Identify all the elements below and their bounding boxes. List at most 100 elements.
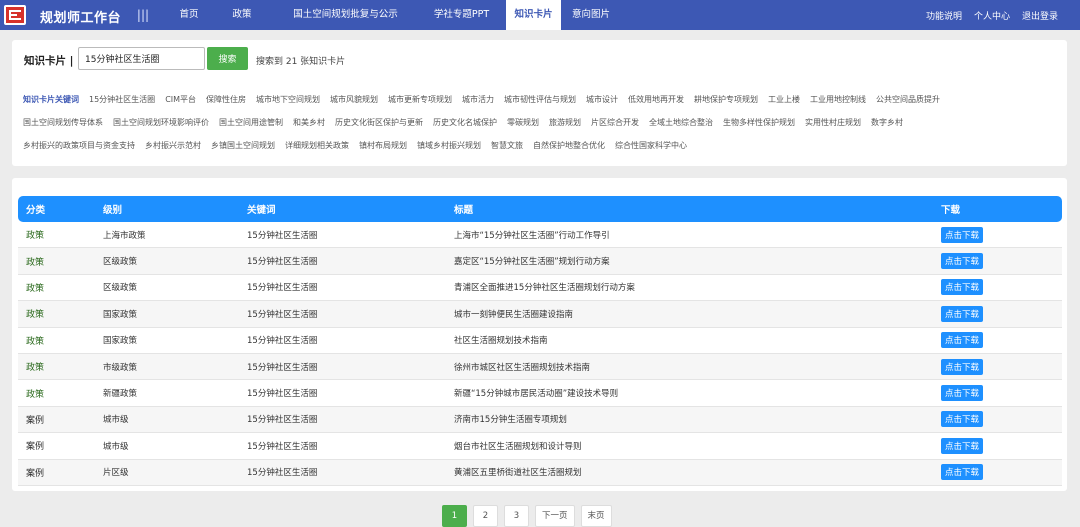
table-row: 政策 新疆政策 15分钟社区生活圈 新疆“15分钟城市居民活动圈”建设技术导则 … [18,380,1062,407]
row-title: 新疆“15分钟城市居民活动圈”建设技术导则 [454,389,619,400]
keyword-tag[interactable]: 和美乡村 [293,117,325,128]
row-title: 嘉定区“15分钟社区生活圈”规划行动方案 [454,257,610,268]
nav-home[interactable]: 首页 [168,0,210,30]
keyword-tag[interactable]: 国土空间用途管制 [219,117,283,128]
keyword-tag[interactable]: 城市风貌规划 [330,94,378,105]
download-button[interactable]: 点击下载 [941,437,984,454]
row-level: 国家政策 [103,336,138,347]
keyword-list: 知识卡片关键词 15分钟社区生活圈 CIM平台 保障性住房 城市地下空间规划 城… [23,88,1063,157]
table-row: 政策 区级政策 15分钟社区生活圈 青浦区全面推进15分钟社区生活圈规划行动方案… [18,275,1062,302]
table-row: 案例 片区级 15分钟社区生活圈 黄浦区五里桥街道社区生活圈规划 点击下载 [18,459,1062,486]
keyword-tag[interactable]: 零碳规划 [507,117,539,128]
download-button[interactable]: 点击下载 [941,411,984,428]
row-level: 新疆政策 [103,389,138,400]
keyword-tag[interactable]: 全域土地综合整治 [649,117,713,128]
row-keyword: 15分钟社区生活圈 [247,336,318,347]
download-button[interactable]: 点击下载 [941,226,984,243]
page-3-button[interactable]: 3 [504,505,529,527]
keyword-tag[interactable]: 城市韧性评估与规划 [504,94,576,105]
row-category: 政策 [26,389,45,400]
keyword-tag[interactable]: 智慧文旅 [491,140,523,151]
keyword-tag[interactable]: 国土空间规划环境影响评价 [113,117,209,128]
download-button[interactable]: 点击下载 [941,358,984,375]
download-button[interactable]: 点击下载 [941,253,984,270]
app-logo-icon[interactable] [4,5,26,25]
download-button[interactable]: 点击下载 [941,279,984,296]
download-button[interactable]: 点击下载 [941,464,984,481]
keyword-tag[interactable]: 耕地保护专项规划 [694,94,758,105]
row-keyword: 15分钟社区生活圈 [247,441,318,452]
row-title: 上海市“15分钟社区生活圈”行动工作导引 [454,230,610,241]
keyword-row: 国土空间规划传导体系 国土空间规划环境影响评价 国土空间用途管制 和美乡村 历史… [23,111,1063,134]
pagination: 1 2 3 下一页 末页 [442,505,612,527]
nav-ppt[interactable]: 学社专题PPT [417,0,506,30]
keyword-tag[interactable]: 国土空间规划传导体系 [23,117,103,128]
last-page-button[interactable]: 末页 [580,505,612,527]
keyword-tag[interactable]: 15分钟社区生活圈 [89,94,155,105]
keyword-tag[interactable]: 城市更新专项规划 [388,94,452,105]
keyword-tag[interactable]: 低效用地再开发 [628,94,684,105]
column-header-category: 分类 [26,205,46,216]
row-keyword: 15分钟社区生活圈 [247,415,318,426]
next-page-button[interactable]: 下一页 [535,505,575,527]
table-body: 政策 上海市政策 15分钟社区生活圈 上海市“15分钟社区生活圈”行动工作导引 … [18,222,1062,486]
table-row: 政策 市级政策 15分钟社区生活圈 徐州市城区社区生活圈规划技术指南 点击下载 [18,353,1062,381]
keyword-tag[interactable]: 乡村振兴示范村 [145,140,201,151]
nav-images[interactable]: 意向图片 [561,0,621,30]
search-label: 知识卡片 | [24,55,74,67]
keyword-tag[interactable]: 工业用地控制线 [810,94,866,105]
keyword-tag[interactable]: 综合性国家科学中心 [615,140,687,151]
download-button[interactable]: 点击下载 [941,385,984,402]
keyword-tag[interactable]: 城市设计 [586,94,618,105]
keyword-tag[interactable]: 历史文化街区保护与更新 [335,117,423,128]
row-level: 市级政策 [103,362,138,373]
logout-link[interactable]: 退出登录 [1022,9,1058,22]
row-category: 政策 [26,283,45,294]
profile-link[interactable]: 个人中心 [974,9,1010,22]
keyword-tag[interactable]: 乡镇国土空间规划 [211,140,275,151]
row-category: 政策 [26,363,45,374]
keyword-tag[interactable]: 城市地下空间规划 [256,94,320,105]
keyword-tag[interactable]: 数字乡村 [871,117,903,128]
nav-knowledge-cards[interactable]: 知识卡片 [506,0,561,30]
row-level: 城市级 [103,415,129,426]
table-row: 政策 国家政策 15分钟社区生活圈 城市一刻钟便民生活圈建设指南 点击下载 [18,301,1062,328]
keyword-tag[interactable]: 城市活力 [462,94,494,105]
row-category: 政策 [26,310,45,321]
row-keyword: 15分钟社区生活圈 [247,230,318,241]
keyword-tag[interactable]: 保障性住房 [206,94,246,105]
keyword-tag[interactable]: 自然保护地整合优化 [533,140,605,151]
keyword-tag[interactable]: 详细规划相关政策 [285,140,349,151]
row-title: 城市一刻钟便民生活圈建设指南 [454,309,574,320]
row-category: 政策 [26,231,45,242]
nav-territorial-planning[interactable]: 国土空间规划批复与公示 [274,0,417,30]
download-button[interactable]: 点击下载 [941,332,984,349]
page-1-button[interactable]: 1 [442,505,467,527]
help-link[interactable]: 功能说明 [926,9,962,22]
download-button[interactable]: 点击下载 [941,305,984,322]
column-header-level: 级别 [103,205,123,216]
row-category: 案例 [26,468,45,479]
keyword-tag[interactable]: 乡村振兴的政策项目与资金支持 [23,140,135,151]
page-2-button[interactable]: 2 [473,505,498,527]
results-table: 分类 级别 关键词 标题 下载 政策 上海市政策 15分钟社区生活圈 上海市“1… [12,178,1067,491]
keyword-tag[interactable]: 片区综合开发 [591,117,639,128]
keyword-tag[interactable]: 实用性村庄规划 [805,117,861,128]
keyword-tag[interactable]: 历史文化名城保护 [433,117,497,128]
row-title: 徐州市城区社区生活圈规划技术指南 [454,362,591,373]
column-header-download: 下载 [941,205,961,216]
menu-toggle-icon[interactable]: ||| [133,7,153,23]
keyword-tag[interactable]: 公共空间品质提升 [876,94,940,105]
keyword-tag[interactable]: CIM平台 [165,94,196,105]
row-title: 社区生活圈规划技术指南 [454,336,548,347]
keyword-lead-label: 知识卡片关键词 [23,95,79,104]
keyword-tag[interactable]: 镇村布局规划 [359,140,407,151]
search-button[interactable]: 搜索 [207,47,248,70]
nav-policy[interactable]: 政策 [210,0,274,30]
app-title: 规划师工作台 [40,11,122,26]
search-input[interactable] [78,47,205,70]
keyword-tag[interactable]: 镇域乡村振兴规划 [417,140,481,151]
keyword-tag[interactable]: 工业上楼 [768,94,800,105]
keyword-tag[interactable]: 生物多样性保护规划 [723,117,795,128]
keyword-tag[interactable]: 旅游规划 [549,117,581,128]
